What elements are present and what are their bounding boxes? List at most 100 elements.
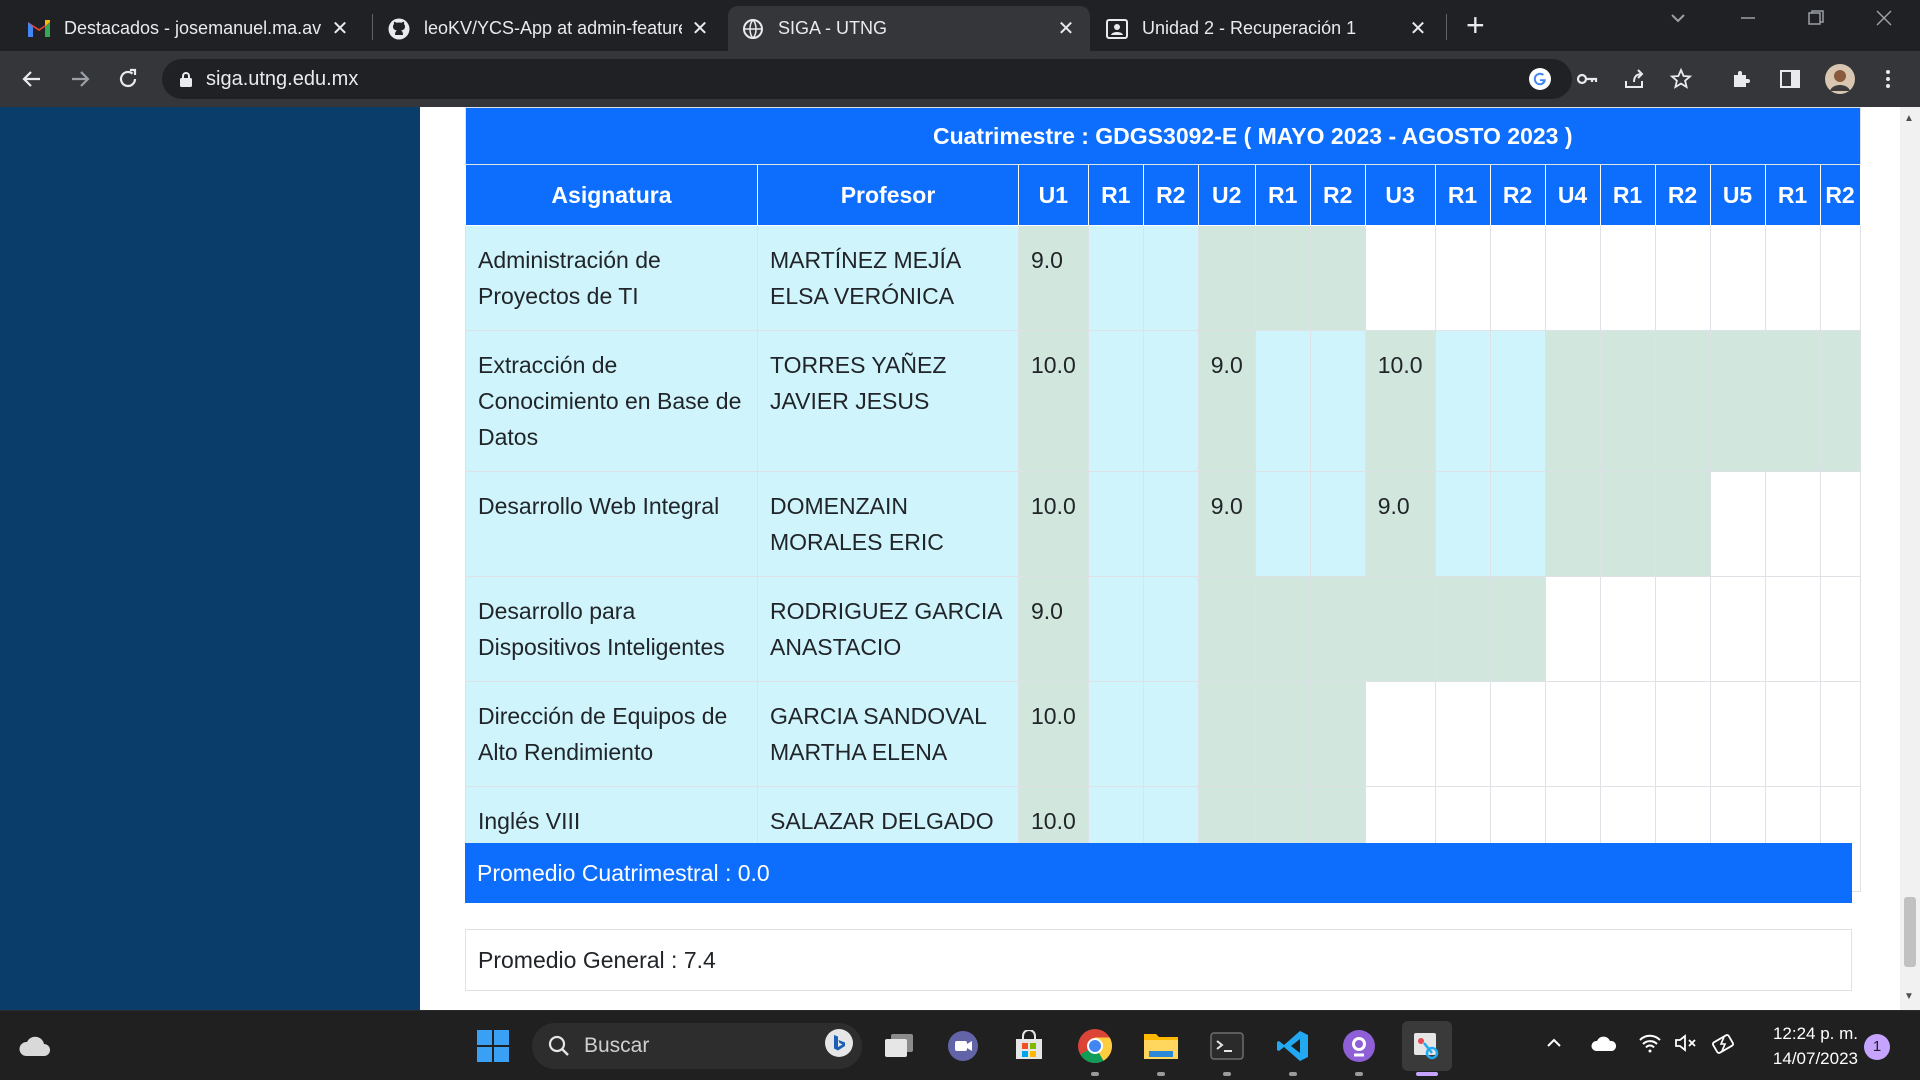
new-tab-button[interactable]: + xyxy=(1466,9,1485,41)
side-panel-icon[interactable] xyxy=(1776,65,1804,93)
more-menu-icon[interactable] xyxy=(1874,65,1902,93)
close-window-icon[interactable] xyxy=(1874,8,1894,34)
taskbar-search[interactable]: Buscar xyxy=(532,1023,862,1069)
notification-badge[interactable]: 1 xyxy=(1864,1034,1890,1060)
tab-gmail[interactable]: Destacados - josemanuel.ma.av@ ✕ xyxy=(14,6,364,51)
grade-cell xyxy=(1599,225,1656,331)
column-header-r2: R2 xyxy=(1819,164,1861,226)
store-icon[interactable] xyxy=(1008,1025,1050,1067)
reload-icon[interactable] xyxy=(110,61,146,97)
password-key-icon[interactable] xyxy=(1573,65,1601,93)
teams-chat-icon[interactable] xyxy=(942,1025,984,1067)
grade-cell xyxy=(1544,225,1601,331)
grade-cell xyxy=(1434,576,1491,682)
vscode-icon[interactable] xyxy=(1272,1025,1314,1067)
close-tab-icon[interactable]: ✕ xyxy=(330,16,350,41)
subject-cell: Desarrollo para Dispositivos Inteligente… xyxy=(465,576,758,682)
grade-cell xyxy=(1197,225,1256,331)
grade-cell xyxy=(1364,225,1436,331)
snipping-tool-icon[interactable] xyxy=(1402,1021,1452,1071)
grade-cell: 9.0 xyxy=(1197,330,1256,472)
forward-icon[interactable] xyxy=(62,61,98,97)
page-scrollbar[interactable]: ▲ ▼ xyxy=(1900,107,1920,1010)
grade-cell xyxy=(1544,681,1601,787)
profile-avatar[interactable] xyxy=(1824,63,1856,95)
grade-cell xyxy=(1434,225,1491,331)
scroll-down-icon[interactable]: ▼ xyxy=(1904,991,1914,1002)
grade-cell xyxy=(1819,471,1861,577)
column-header-r1: R1 xyxy=(1764,164,1821,226)
browser-tab-strip: Destacados - josemanuel.ma.av@ ✕ leoKV/Y… xyxy=(0,0,1920,51)
terminal-icon[interactable] xyxy=(1206,1025,1248,1067)
windows-start-icon[interactable] xyxy=(472,1025,514,1067)
browser-toolbar: siga.utng.edu.mx xyxy=(0,51,1920,107)
scroll-up-icon[interactable]: ▲ xyxy=(1904,113,1914,124)
grade-cell xyxy=(1254,471,1311,577)
grade-cell xyxy=(1489,225,1546,331)
restore-icon[interactable] xyxy=(1806,8,1826,34)
minimize-icon[interactable] xyxy=(1738,8,1758,34)
general-average: Promedio General : 7.4 xyxy=(465,929,1852,991)
bing-icon[interactable] xyxy=(824,1028,854,1064)
address-bar[interactable]: siga.utng.edu.mx xyxy=(162,59,1572,99)
close-tab-icon[interactable]: ✕ xyxy=(1408,16,1428,41)
extensions-icon[interactable] xyxy=(1728,65,1756,93)
table-row: Extracción de Conocimiento en Base de Da… xyxy=(465,330,1861,472)
tab-search-icon[interactable] xyxy=(1668,8,1688,34)
grade-cell xyxy=(1544,471,1601,577)
grade-cell xyxy=(1489,576,1546,682)
weather-icon[interactable] xyxy=(14,1025,56,1067)
grade-cell xyxy=(1709,330,1766,472)
tab-siga[interactable]: SIGA - UTNG ✕ xyxy=(728,6,1090,51)
bookmark-star-icon[interactable] xyxy=(1667,65,1695,93)
back-icon[interactable] xyxy=(14,61,50,97)
running-indicator xyxy=(1223,1072,1231,1076)
close-tab-icon[interactable]: ✕ xyxy=(690,16,710,41)
battery-icon[interactable] xyxy=(1712,1033,1738,1061)
tab-classroom[interactable]: Unidad 2 - Recuperación 1 ✕ xyxy=(1092,6,1442,51)
wifi-icon[interactable] xyxy=(1638,1033,1662,1059)
github-desktop-icon[interactable] xyxy=(1338,1025,1380,1067)
grade-cell xyxy=(1087,576,1144,682)
grade-cell xyxy=(1709,681,1766,787)
column-header-u2: U2 xyxy=(1197,164,1256,226)
column-header-u5: U5 xyxy=(1709,164,1766,226)
google-icon[interactable] xyxy=(1526,65,1554,93)
tray-chevron-icon[interactable] xyxy=(1544,1033,1564,1059)
teacher-cell: DOMENZAIN MORALES ERIC xyxy=(757,471,1019,577)
grade-cell xyxy=(1654,330,1711,472)
onedrive-icon[interactable] xyxy=(1590,1033,1618,1059)
grade-cell xyxy=(1709,576,1766,682)
scrollbar-thumb[interactable] xyxy=(1904,897,1916,967)
grade-cell xyxy=(1654,576,1711,682)
grade-cell xyxy=(1142,225,1199,331)
grade-cell: 9.0 xyxy=(1364,471,1436,577)
grade-cell xyxy=(1489,330,1546,472)
globe-icon xyxy=(742,18,764,40)
grade-cell xyxy=(1197,681,1256,787)
grade-cell: 9.0 xyxy=(1018,576,1089,682)
windows-taskbar: Buscar 12:24 p. m. 14/07/2023 1 xyxy=(0,1010,1920,1080)
grade-cell xyxy=(1819,681,1861,787)
grade-cell xyxy=(1764,330,1821,472)
close-tab-icon[interactable]: ✕ xyxy=(1056,16,1076,41)
grade-cell xyxy=(1709,471,1766,577)
column-header-r2: R2 xyxy=(1142,164,1199,226)
chrome-icon[interactable] xyxy=(1074,1025,1116,1067)
grade-cell xyxy=(1764,225,1821,331)
tab-title: leoKV/YCS-App at admin-feature xyxy=(424,18,682,38)
grade-cell xyxy=(1142,471,1199,577)
volume-muted-icon[interactable] xyxy=(1674,1033,1700,1059)
grade-cell xyxy=(1254,225,1311,331)
tab-title: Unidad 2 - Recuperación 1 xyxy=(1142,18,1357,38)
grade-cell: 10.0 xyxy=(1018,471,1089,577)
grade-cell xyxy=(1544,576,1601,682)
file-explorer-icon[interactable] xyxy=(1140,1025,1182,1067)
clock[interactable]: 12:24 p. m. 14/07/2023 xyxy=(1758,1021,1858,1071)
share-icon[interactable] xyxy=(1620,65,1648,93)
column-header-asignatura: Asignatura xyxy=(465,164,758,226)
grade-cell xyxy=(1599,576,1656,682)
teacher-cell: RODRIGUEZ GARCIA ANASTACIO xyxy=(757,576,1019,682)
task-view-icon[interactable] xyxy=(878,1025,920,1067)
tab-github[interactable]: leoKV/YCS-App at admin-feature ✕ xyxy=(374,6,724,51)
